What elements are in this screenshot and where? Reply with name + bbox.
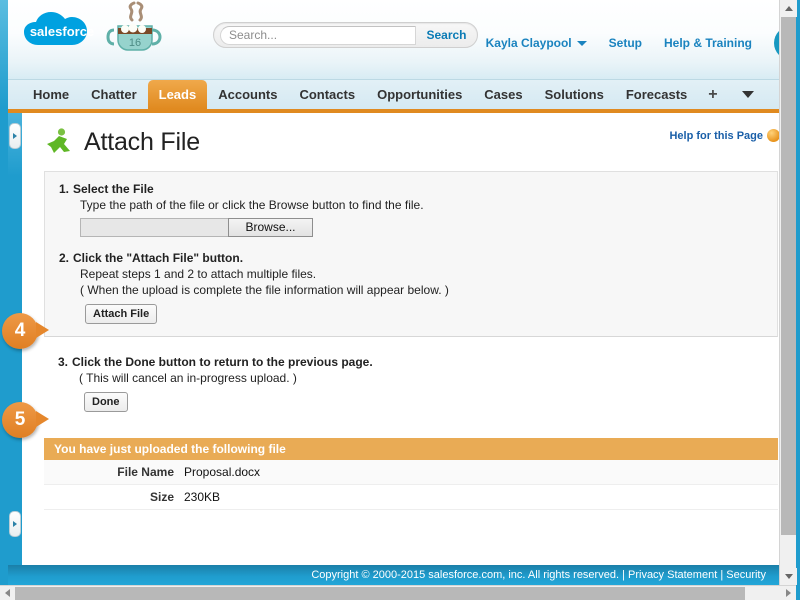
header-links: Kayla Claypool Setup Help & Training (486, 26, 796, 60)
upload-result-card: You have just uploaded the following fil… (44, 438, 778, 510)
upload-result-table: File Name Proposal.docx Size 230KB (44, 460, 778, 510)
release-number: 16 (129, 37, 141, 49)
main-content: Help for this Page Attach File 1. Select… (22, 113, 796, 565)
salesforce-logo[interactable]: salesforce (16, 8, 108, 56)
step-1-heading: 1. Select the File (45, 182, 777, 196)
window-frame-right (796, 0, 800, 600)
step-2-heading: 2. Click the "Attach File" button. (45, 251, 777, 265)
tab-chatter[interactable]: Chatter (80, 80, 148, 109)
privacy-statement-link[interactable]: Privacy Statement (628, 569, 717, 581)
footer-separator-1: | (619, 569, 628, 581)
callout-badge-5: 5 (2, 402, 49, 438)
tab-opportunities[interactable]: Opportunities (366, 80, 473, 109)
step-2-number: 2. (59, 251, 70, 265)
chevron-down-icon (576, 41, 587, 47)
tab-forecasts[interactable]: Forecasts (615, 80, 698, 109)
window-frame-left (0, 0, 8, 600)
step-2-note: ( When the upload is complete the file i… (80, 283, 449, 297)
search-input[interactable] (220, 25, 416, 45)
search-button[interactable]: Search (416, 23, 477, 47)
global-header: salesforce 16 Search... Search Kayla Cla… (8, 0, 796, 80)
step-3-heading: 3. Click the Done button to return to the… (44, 355, 778, 369)
file-name-value: Proposal.docx (184, 465, 261, 479)
chevron-right-icon (13, 521, 17, 527)
step-3-block: 3. Click the Done button to return to the… (44, 355, 778, 412)
cocoa-mug-icon: 16 (106, 0, 164, 64)
step-1-description: Type the path of the file or click the B… (80, 198, 424, 212)
browser-window: salesforce 16 Search... Search Kayla Cla… (0, 0, 800, 600)
done-button[interactable]: Done (84, 392, 128, 412)
setup-link[interactable]: Setup (609, 36, 642, 50)
global-search[interactable]: Search (213, 22, 478, 48)
upload-result-header: You have just uploaded the following fil… (44, 438, 778, 460)
page-canvas: salesforce 16 Search... Search Kayla Cla… (8, 0, 796, 585)
tab-accounts[interactable]: Accounts (207, 80, 288, 109)
step-1-title: Select the File (73, 182, 154, 196)
steps-panel: 1. Select the File Type the path of the f… (44, 171, 778, 337)
page-body: Help for this Page Attach File 1. Select… (8, 113, 796, 565)
step-2-description: Repeat steps 1 and 2 to attach multiple … (80, 267, 317, 281)
scroll-right-arrow-icon[interactable] (781, 586, 796, 600)
page-title: Attach File (84, 127, 200, 156)
scroll-up-arrow-icon[interactable] (780, 0, 797, 17)
tab-leads[interactable]: Leads (147, 80, 208, 109)
user-name-label: Kayla Claypool (485, 36, 572, 50)
file-size-value: 230KB (184, 490, 221, 504)
file-name-label: File Name (117, 465, 174, 479)
step-3-number: 3. (58, 355, 69, 369)
done-row: Done (44, 392, 778, 412)
step-1-number: 1. (59, 182, 70, 196)
all-tabs-dropdown-icon[interactable] (728, 80, 768, 109)
logo-wordmark: salesforce (30, 24, 94, 39)
step-3-note: ( This will cancel an in-progress upload… (79, 371, 297, 385)
horizontal-scrollbar[interactable] (0, 585, 796, 600)
vertical-scrollbar[interactable] (779, 0, 797, 585)
help-for-this-page-link[interactable]: Help for this Page (669, 129, 780, 142)
file-path-input[interactable] (80, 218, 228, 237)
copyright-text: Copyright © 2000-2015 salesforce.com, in… (311, 569, 620, 581)
scroll-down-arrow-icon[interactable] (780, 568, 797, 585)
page-footer: Copyright © 2000-2015 salesforce.com, in… (8, 565, 796, 585)
sidebar-expand-toggle-bottom[interactable] (9, 511, 21, 537)
add-tab-button[interactable]: + (698, 80, 727, 109)
sidebar-expand-toggle-top[interactable] (9, 123, 21, 149)
callout-badge-4: 4 (2, 313, 49, 349)
browse-button[interactable]: Browse... (228, 218, 313, 237)
step-3-title: Click the Done button to return to the p… (72, 355, 373, 369)
callout-4-number: 4 (14, 320, 26, 341)
scroll-left-arrow-icon[interactable] (0, 586, 15, 600)
table-row: File Name Proposal.docx (44, 460, 778, 485)
step-2-title: Click the "Attach File" button. (73, 251, 244, 265)
help-link-label: Help for this Page (669, 129, 763, 142)
footer-separator-2: | (717, 569, 727, 581)
help-training-link[interactable]: Help & Training (664, 36, 752, 50)
user-menu[interactable]: Kayla Claypool (486, 36, 587, 50)
tab-cases[interactable]: Cases (473, 80, 533, 109)
chevron-right-icon (13, 133, 17, 139)
tab-home[interactable]: Home (22, 80, 80, 109)
table-row: Size 230KB (44, 484, 778, 510)
file-size-label: Size (149, 490, 174, 504)
attach-file-button[interactable]: Attach File (85, 304, 158, 324)
attach-file-row: Attach File (45, 304, 777, 324)
tab-contacts[interactable]: Contacts (288, 80, 366, 109)
leads-running-person-icon (44, 127, 74, 157)
callout-5-number: 5 (14, 409, 26, 430)
security-link[interactable]: Security (726, 569, 766, 581)
primary-tab-bar: Home Chatter Leads Accounts Contacts Opp… (8, 80, 796, 113)
horizontal-scroll-thumb[interactable] (15, 587, 745, 600)
vertical-scroll-thumb[interactable] (781, 17, 796, 535)
tab-solutions[interactable]: Solutions (534, 80, 615, 109)
file-input-row: Browse... (45, 218, 777, 237)
